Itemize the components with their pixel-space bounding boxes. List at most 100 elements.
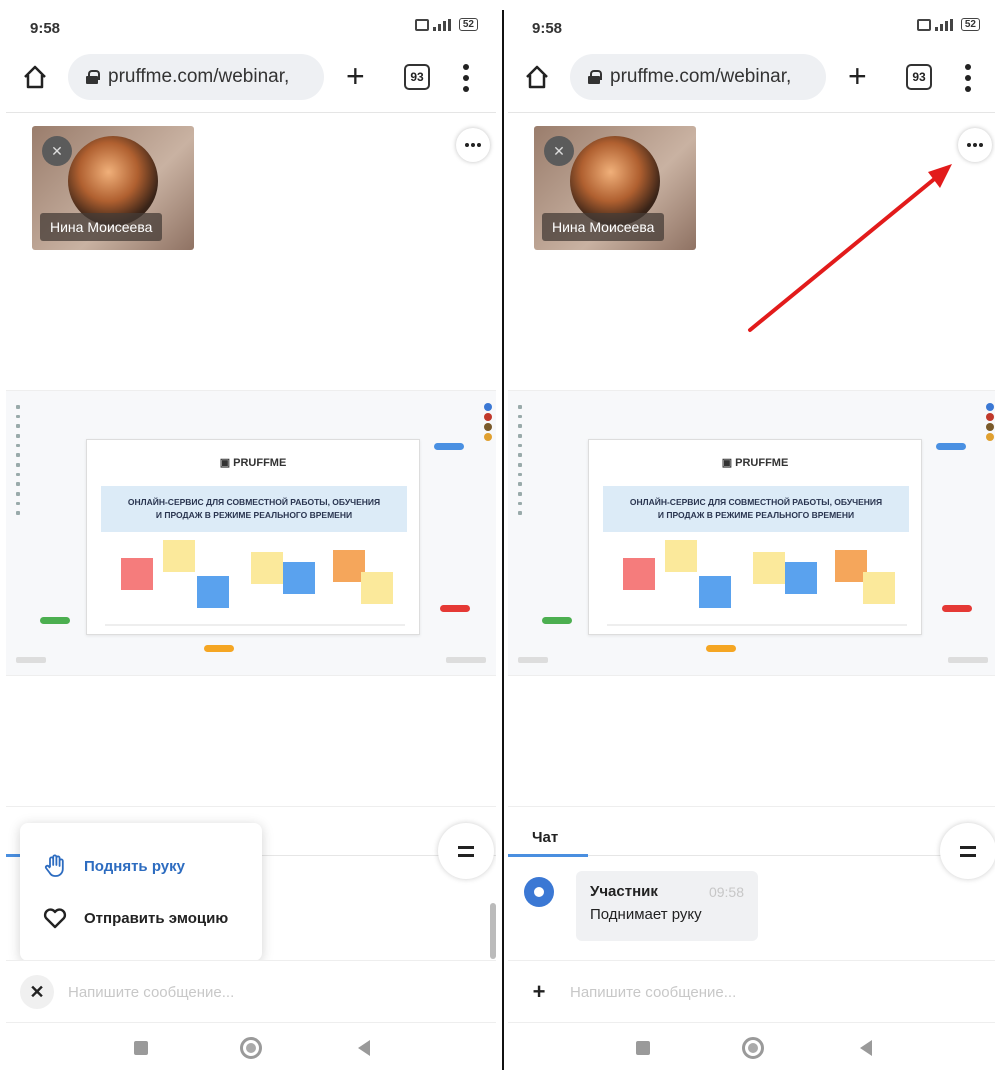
browser-menu-button[interactable]	[462, 64, 470, 92]
android-nav-bar	[508, 1022, 995, 1070]
toolbar-divider	[6, 112, 496, 113]
sticky-note	[163, 540, 195, 572]
plus-icon[interactable]: +	[522, 975, 556, 1009]
video-area: ✕ Нина Моисеева	[508, 114, 995, 390]
battery-icon: 52	[960, 18, 980, 31]
url-text: pruffme.com/webinar,	[108, 66, 290, 87]
slide-headline-line1: ОНЛАЙН-СЕРВИС ДЛЯ СОВМЕСТНОЙ РАБОТЫ, ОБУ…	[629, 497, 883, 507]
board-toolbar[interactable]	[16, 405, 22, 516]
toolbar-divider	[508, 112, 995, 113]
message-text: Поднимает руку	[590, 906, 702, 923]
message-bar: +	[508, 960, 995, 1020]
browser-menu-button[interactable]	[964, 64, 972, 92]
android-nav-bar	[6, 1022, 496, 1070]
user-cursor	[40, 617, 70, 624]
panel-menu-button[interactable]	[438, 823, 494, 879]
more-options-button[interactable]	[958, 128, 992, 162]
whiteboard[interactable]: ▣ PRUFFME ОНЛАЙН-СЕРВИС ДЛЯ СОВМЕСТНОЙ Р…	[6, 390, 496, 676]
sim-icon	[916, 18, 931, 31]
user-cursor	[434, 443, 464, 450]
screenshot-comparison: 9:58 52 pruffme.com/webinar, + 93 ✕ Нина…	[0, 0, 995, 1070]
lock-icon	[86, 70, 100, 84]
message-time: 09:58	[708, 884, 744, 900]
board-toolbar[interactable]	[518, 405, 524, 516]
back-icon[interactable]	[860, 1040, 872, 1056]
status-bar: 9:58 52	[508, 0, 995, 48]
slide-logo: ▣ PRUFFME	[219, 457, 287, 469]
sticky-note	[699, 576, 731, 608]
participant-video-tile[interactable]: ✕ Нина Моисеева	[534, 126, 696, 250]
status-time: 9:58	[532, 20, 563, 37]
home-icon[interactable]	[524, 64, 550, 90]
battery-icon: 52	[458, 18, 478, 31]
slide-headline: ОНЛАЙН-СЕРВИС ДЛЯ СОВМЕСТНОЙ РАБОТЫ, ОБУ…	[603, 486, 909, 532]
presentation-slide: ▣ PRUFFME ОНЛАЙН-СЕРВИС ДЛЯ СОВМЕСТНОЙ Р…	[86, 439, 420, 635]
video-area: ✕ Нина Моисеева	[6, 114, 496, 390]
user-cursor	[440, 605, 470, 612]
board-zoom-controls[interactable]	[446, 657, 486, 663]
more-options-button[interactable]	[456, 128, 490, 162]
user-cursor	[706, 645, 736, 652]
panel-menu-button[interactable]	[940, 823, 995, 879]
user-cursor	[942, 605, 972, 612]
slide-headline-line2: И ПРОДАЖ В РЕЖИМЕ РЕАЛЬНОГО ВРЕМЕНИ	[657, 510, 855, 520]
status-icons: 52	[414, 18, 478, 31]
slide-logo: ▣ PRUFFME	[721, 457, 789, 469]
board-zoom-controls[interactable]	[948, 657, 988, 663]
sticky-note	[251, 552, 283, 584]
tab-chat[interactable]: Чат	[532, 829, 558, 846]
sticky-note	[623, 558, 655, 590]
panel-divider	[502, 10, 504, 1070]
sticky-note	[785, 562, 817, 594]
new-tab-button[interactable]: +	[848, 58, 867, 94]
board-nav-left[interactable]	[16, 657, 46, 663]
sticky-note	[121, 558, 153, 590]
raise-hand-label: Поднять руку	[84, 857, 185, 875]
board-nav-left[interactable]	[518, 657, 548, 663]
scrollbar[interactable]	[490, 903, 496, 959]
board-users	[484, 403, 492, 441]
home-icon[interactable]	[22, 64, 48, 90]
slide-headline-line2: И ПРОДАЖ В РЕЖИМЕ РЕАЛЬНОГО ВРЕМЕНИ	[155, 510, 353, 520]
user-cursor	[542, 617, 572, 624]
url-bar[interactable]: pruffme.com/webinar,	[68, 54, 324, 100]
browser-toolbar: pruffme.com/webinar, + 93	[508, 50, 995, 106]
close-icon[interactable]: ✕	[20, 975, 54, 1009]
participant-name: Нина Моисеева	[542, 213, 665, 241]
board-users	[986, 403, 994, 441]
home-nav-icon[interactable]	[742, 1037, 764, 1059]
participant-video-tile[interactable]: ✕ Нина Моисеева	[32, 126, 194, 250]
message-input[interactable]	[68, 977, 428, 1007]
phone-left: 9:58 52 pruffme.com/webinar, + 93 ✕ Нина…	[6, 0, 496, 1070]
new-tab-button[interactable]: +	[346, 58, 365, 94]
slide-footer	[105, 624, 405, 626]
tab-indicator	[508, 854, 588, 857]
slide-footer	[607, 624, 907, 626]
user-avatar-icon	[524, 877, 554, 907]
send-emotion-option[interactable]: Отправить эмоцию	[42, 905, 228, 931]
tabs-count-button[interactable]: 93	[906, 64, 932, 90]
reaction-popup: Поднять руку Отправить эмоцию	[20, 823, 262, 961]
sticky-note	[863, 572, 895, 604]
sticky-note	[665, 540, 697, 572]
message-bar: ✕	[6, 960, 496, 1020]
slide-headline: ОНЛАЙН-СЕРВИС ДЛЯ СОВМЕСТНОЙ РАБОТЫ, ОБУ…	[101, 486, 407, 532]
back-icon[interactable]	[358, 1040, 370, 1056]
lock-icon	[588, 70, 602, 84]
send-emotion-label: Отправить эмоцию	[84, 909, 229, 927]
status-icons: 52	[916, 18, 980, 31]
recents-icon[interactable]	[636, 1041, 650, 1055]
status-time: 9:58	[30, 20, 61, 37]
message-input[interactable]	[570, 977, 930, 1007]
mic-off-icon: ✕	[544, 136, 574, 166]
raise-hand-option[interactable]: Поднять руку	[42, 853, 185, 879]
phone-right: 9:58 52 pruffme.com/webinar, + 93 ✕ Нина…	[508, 0, 995, 1070]
browser-toolbar: pruffme.com/webinar, + 93	[6, 50, 496, 106]
url-bar[interactable]: pruffme.com/webinar,	[570, 54, 826, 100]
whiteboard[interactable]: ▣ PRUFFME ОНЛАЙН-СЕРВИС ДЛЯ СОВМЕСТНОЙ Р…	[508, 390, 995, 676]
home-nav-icon[interactable]	[240, 1037, 262, 1059]
recents-icon[interactable]	[134, 1041, 148, 1055]
tabs-count-button[interactable]: 93	[404, 64, 430, 90]
sim-icon	[414, 18, 429, 31]
hand-icon	[44, 854, 64, 877]
